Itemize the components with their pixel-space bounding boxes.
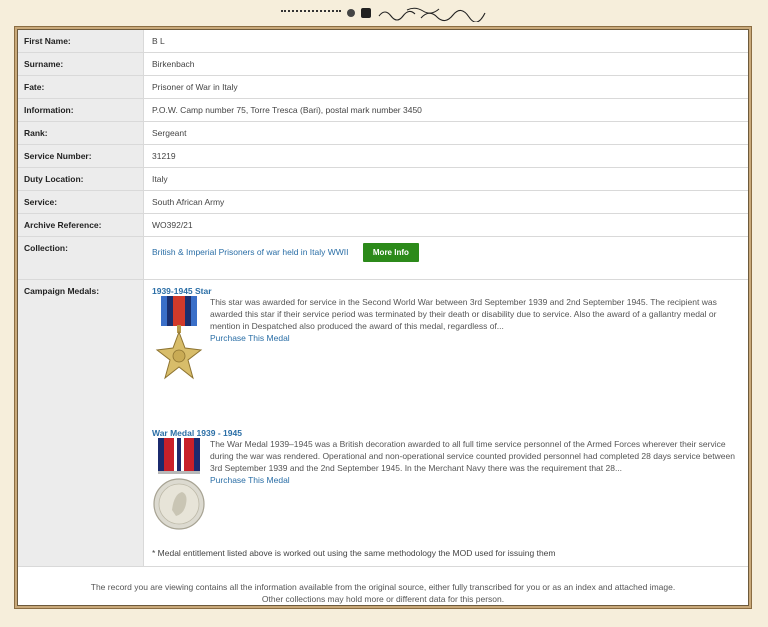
- record-row-campaign-medals: Campaign Medals: 1939-1945 Star This sta…: [18, 279, 748, 567]
- collection-cell: British & Imperial Prisoners of war held…: [143, 236, 748, 280]
- purchase-medal-link[interactable]: Purchase This Medal: [210, 475, 290, 485]
- record-table: First Name: B L Surname: Birkenbach Fate…: [18, 30, 748, 567]
- star-medal-image: [152, 296, 206, 392]
- medal-entitlement-note: * Medal entitlement listed above is work…: [152, 548, 556, 558]
- dotted-line-decoration: [281, 10, 341, 16]
- war-medal-image: [152, 438, 206, 538]
- record-row-first-name: First Name: B L: [18, 30, 748, 53]
- record-row-duty-location: Duty Location: Italy: [18, 167, 748, 191]
- purchase-medal-link[interactable]: Purchase This Medal: [210, 333, 290, 343]
- row-value: P.O.W. Camp number 75, Torre Tresca (Bar…: [143, 98, 748, 122]
- stamp-icon: [361, 8, 371, 18]
- medal-description: The War Medal 1939–1945 was a British de…: [210, 439, 735, 473]
- row-label: First Name:: [18, 30, 144, 53]
- medal-1939-1945-star: 1939-1945 Star This star was awarded for…: [152, 286, 740, 392]
- record-panel: First Name: B L Surname: Birkenbach Fate…: [17, 29, 749, 606]
- row-value: Sergeant: [143, 121, 748, 145]
- footer-line-1: The record you are viewing contains all …: [90, 582, 676, 592]
- row-value: Italy: [143, 167, 748, 191]
- row-label: Archive Reference:: [18, 213, 144, 237]
- record-row-archive-reference: Archive Reference: WO392/21: [18, 213, 748, 237]
- row-value: South African Army: [143, 190, 748, 214]
- record-frame: First Name: B L Surname: Birkenbach Fate…: [14, 26, 752, 609]
- medal-title-link[interactable]: 1939-1945 Star: [152, 286, 212, 296]
- row-label: Rank:: [18, 121, 144, 145]
- row-label: Duty Location:: [18, 167, 144, 191]
- medal-war-medal-1939-1945: War Medal 1939 - 1945 The War Medal 1939…: [152, 428, 740, 538]
- record-row-service: Service: South African Army: [18, 190, 748, 214]
- row-label: Service Number:: [18, 144, 144, 168]
- document-header-stamp: [0, 0, 768, 26]
- medal-description: This star was awarded for service in the…: [210, 297, 717, 331]
- collection-link[interactable]: British & Imperial Prisoners of war held…: [152, 247, 349, 257]
- row-label: Collection:: [18, 236, 144, 280]
- record-row-collection: Collection: British & Imperial Prisoners…: [18, 236, 748, 280]
- more-info-button[interactable]: More Info: [362, 243, 419, 262]
- medals-cell: 1939-1945 Star This star was awarded for…: [143, 279, 748, 567]
- row-label: Campaign Medals:: [18, 279, 144, 567]
- handwriting-decoration: [377, 6, 487, 23]
- record-row-surname: Surname: Birkenbach: [18, 52, 748, 76]
- row-value: Birkenbach: [143, 52, 748, 76]
- crest-icon: [347, 9, 355, 17]
- row-value: WO392/21: [143, 213, 748, 237]
- record-row-rank: Rank: Sergeant: [18, 121, 748, 145]
- footer-line-2: Other collections may hold more or diffe…: [261, 594, 505, 604]
- row-label: Information:: [18, 98, 144, 122]
- row-label: Surname:: [18, 52, 144, 76]
- record-footer: The record you are viewing contains all …: [18, 567, 748, 605]
- record-row-information: Information: P.O.W. Camp number 75, Torr…: [18, 98, 748, 122]
- record-row-service-number: Service Number: 31219: [18, 144, 748, 168]
- row-label: Fate:: [18, 75, 144, 99]
- record-row-fate: Fate: Prisoner of War in Italy: [18, 75, 748, 99]
- row-value: 31219: [143, 144, 748, 168]
- row-value: Prisoner of War in Italy: [143, 75, 748, 99]
- medal-title-link[interactable]: War Medal 1939 - 1945: [152, 428, 242, 438]
- row-label: Service:: [18, 190, 144, 214]
- row-value: B L: [143, 30, 748, 53]
